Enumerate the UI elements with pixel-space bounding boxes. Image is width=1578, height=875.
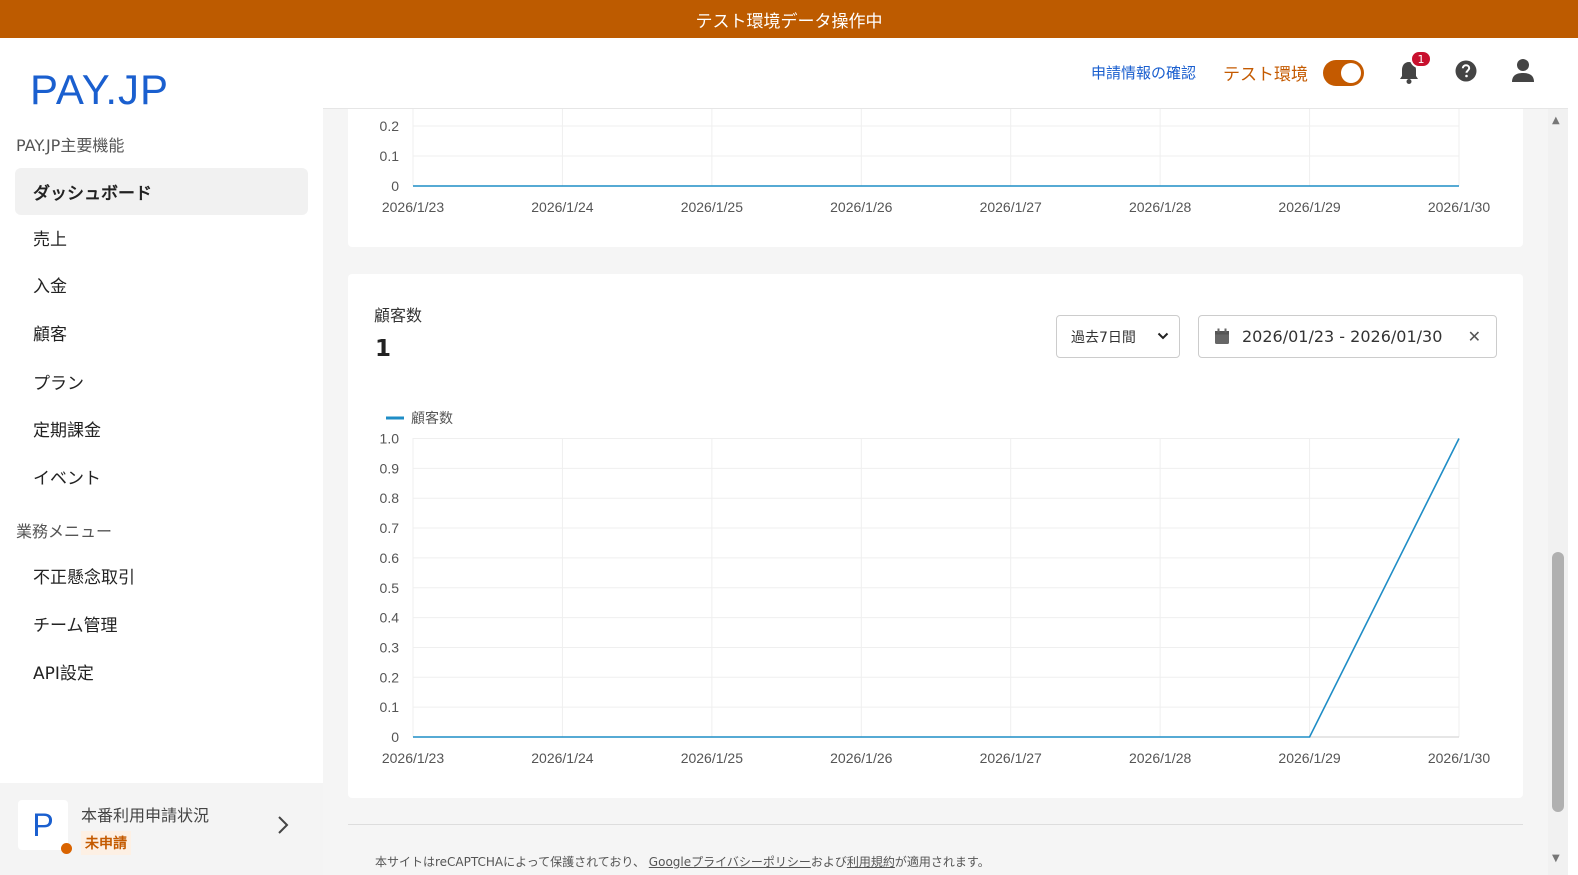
- user-icon[interactable]: [1512, 58, 1534, 84]
- x-tick-label: 2026/1/23: [382, 750, 444, 766]
- sidebar-item-label: ダッシュボード: [33, 184, 152, 204]
- sidebar-item-api-settings[interactable]: API設定: [15, 648, 308, 695]
- scroll-thumb[interactable]: [1552, 552, 1564, 812]
- sidebar-item-label: API設定: [33, 664, 94, 684]
- sidebar-item-label: 不正懸念取引: [33, 568, 135, 588]
- customer-count-chart: 1.0 0.9 0.8 0.7 0.6 0.5 0.4 0.3 0.2 0.1 0 2026/1/23…: [380, 410, 1491, 766]
- notification-count-badge: 1: [1410, 50, 1432, 68]
- footer-divider: [348, 824, 1523, 825]
- page-scrollbar[interactable]: ▲ ▼: [1548, 109, 1568, 875]
- sidebar-item-label: チーム管理: [33, 616, 118, 636]
- x-tick-label: 2026/1/25: [681, 750, 743, 766]
- sidebar: PAY.JP PAY.JP主要機能 ダッシュボード 売上 入金 顧客 プラン 定…: [0, 38, 323, 875]
- application-info-link[interactable]: 申請情報の確認: [1091, 62, 1196, 83]
- x-tick-label: 2026/1/28: [1129, 199, 1191, 215]
- status-dot: [61, 843, 72, 854]
- x-tick-label: 2026/1/29: [1278, 199, 1340, 215]
- x-tick-label: 2026/1/26: [830, 199, 892, 215]
- test-mode-toggle[interactable]: [1323, 60, 1364, 86]
- y-tick-label: 0.8: [380, 490, 400, 506]
- footer-prefix: 本サイトはreCAPTCHAによって保護されており、: [375, 855, 645, 869]
- sidebar-item-subscriptions[interactable]: 定期課金: [15, 405, 308, 452]
- top-bar: 申請情報の確認 テスト環境 1: [323, 38, 1568, 109]
- sidebar-item-customers[interactable]: 顧客: [15, 309, 308, 356]
- sidebar-item-label: 売上: [33, 230, 67, 250]
- sidebar-item-dashboard[interactable]: ダッシュボード: [15, 168, 308, 215]
- sidebar-item-plans[interactable]: プラン: [15, 358, 308, 405]
- sidebar-item-label: 入金: [33, 277, 67, 297]
- y-tick-label: 0.1: [380, 148, 400, 164]
- x-tick-label: 2026/1/27: [980, 750, 1042, 766]
- chevron-right-icon: [277, 815, 289, 841]
- sidebar-item-team[interactable]: チーム管理: [15, 600, 308, 647]
- legend-label: 顧客数: [411, 410, 453, 426]
- terms-link[interactable]: 利用規約: [847, 855, 895, 869]
- ops-section-label: 業務メニュー: [16, 522, 113, 541]
- toggle-knob: [1341, 63, 1361, 83]
- x-tick-label: 2026/1/25: [681, 199, 743, 215]
- y-tick-label: 0.2: [380, 118, 400, 134]
- main-section-label: PAY.JP主要機能: [16, 136, 125, 155]
- privacy-policy-link[interactable]: Googleプライバシーポリシー: [649, 855, 811, 869]
- test-data-banner: テスト環境データ操作中: [0, 0, 1578, 38]
- y-tick-label: 0.5: [380, 580, 400, 596]
- y-tick-label: 1.0: [380, 431, 400, 447]
- footer-and: および: [810, 855, 847, 869]
- x-tick-label: 2026/1/24: [531, 199, 593, 215]
- y-tick-label: 0.7: [380, 520, 400, 536]
- payjp-mini-logo: P: [18, 800, 68, 850]
- sidebar-item-label: プラン: [33, 374, 84, 394]
- x-tick-label: 2026/1/27: [980, 199, 1042, 215]
- recaptcha-notice: 本サイトはreCAPTCHAによって保護されており、 Googleプライバシーポ…: [375, 853, 990, 870]
- sidebar-item-fraud[interactable]: 不正懸念取引: [15, 552, 308, 599]
- banner-text: テスト環境データ操作中: [695, 11, 883, 32]
- y-tick-label: 0.6: [380, 550, 400, 566]
- y-tick-label: 0.3: [380, 639, 400, 655]
- status-badge: 未申請: [81, 831, 131, 855]
- x-tick-label: 2026/1/26: [830, 750, 892, 766]
- x-tick-label: 2026/1/24: [531, 750, 593, 766]
- sidebar-item-label: 定期課金: [33, 421, 101, 441]
- chart-card-previous: 0.2 0.1 0 2026/1/23 2026/1/24 2026/1/25 2026/1…: [348, 109, 1523, 247]
- x-tick-label: 2026/1/30: [1428, 750, 1490, 766]
- sidebar-item-label: イベント: [33, 469, 101, 489]
- y-tick-label: 0.4: [380, 610, 400, 626]
- sidebar-item-label: 顧客: [33, 325, 67, 345]
- main-content: 0.2 0.1 0 2026/1/23 2026/1/24 2026/1/25 2026/1…: [323, 109, 1568, 875]
- y-tick-label: 0.1: [380, 699, 400, 715]
- scroll-up-arrow-icon[interactable]: ▲: [1552, 115, 1560, 126]
- sidebar-item-sales[interactable]: 売上: [15, 214, 308, 261]
- payjp-logo[interactable]: PAY.JP: [30, 66, 169, 114]
- customer-count-card: 顧客数 1 過去7日間 2026/01/23 - 2026/01/30 ✕ 1.…: [348, 274, 1523, 798]
- scroll-down-arrow-icon[interactable]: ▼: [1552, 853, 1560, 864]
- footer-suffix: が適用されます。: [894, 855, 990, 869]
- env-label: テスト環境: [1223, 65, 1308, 85]
- y-tick-label: 0.2: [380, 669, 400, 685]
- application-status-title: 本番利用申請状況: [81, 806, 210, 825]
- y-tick-label: 0: [391, 729, 399, 745]
- window-edge: [1568, 38, 1578, 875]
- x-tick-label: 2026/1/29: [1278, 750, 1340, 766]
- x-tick-label: 2026/1/23: [382, 199, 444, 215]
- application-status-panel[interactable]: P 本番利用申請状況 未申請: [0, 783, 323, 875]
- help-icon[interactable]: [1455, 60, 1477, 82]
- y-tick-label: 0: [391, 178, 399, 194]
- x-tick-label: 2026/1/28: [1129, 750, 1191, 766]
- sidebar-item-events[interactable]: イベント: [15, 453, 308, 500]
- y-tick-label: 0.9: [380, 460, 400, 476]
- previous-chart: 0.2 0.1 0 2026/1/23 2026/1/24 2026/1/25 2026/1…: [380, 109, 1490, 215]
- x-tick-label: 2026/1/30: [1428, 199, 1490, 215]
- sidebar-item-payouts[interactable]: 入金: [15, 261, 308, 308]
